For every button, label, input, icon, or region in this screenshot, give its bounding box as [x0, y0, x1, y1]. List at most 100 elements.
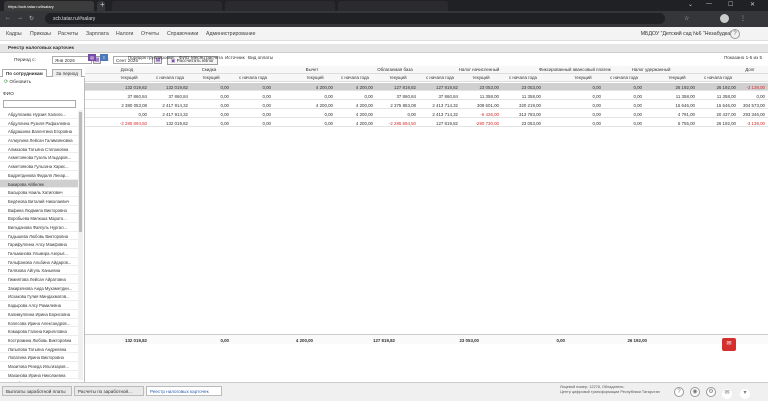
- browser-tab[interactable]: [338, 1, 448, 11]
- export-icon[interactable]: ▤: [88, 54, 96, 61]
- profile-avatar[interactable]: [720, 14, 729, 23]
- total-cell: 0,00: [220, 338, 229, 343]
- table-row[interactable]: -2 285 894,50 132 019,82 0,00 0,00 0,00 4 200…: [85, 119, 768, 127]
- table-row[interactable]: 37 860,84 37 860,84 0,00 0,00 0,00 0,00 37 860…: [85, 92, 768, 100]
- table-cell: 15 646,00: [675, 102, 695, 108]
- column-group-header: Облагаемая база: [377, 67, 413, 72]
- employee-list-item[interactable]: Гимиятова Лейсан Айратовна: [0, 275, 78, 284]
- employee-list-item[interactable]: Вильданова Фаягуль Нургал...: [0, 223, 78, 232]
- refresh-button[interactable]: ⟳ Обновить: [4, 80, 31, 85]
- employee-list-item[interactable]: Гарифуллина Алсу Маифовна: [0, 240, 78, 249]
- total-cell: 0,00: [556, 338, 565, 343]
- table-row[interactable]: 132 019,82 132 019,82 0,00 0,00 4 200,00 4 20…: [85, 83, 768, 91]
- menu-item-zarplata[interactable]: Зарплата: [86, 31, 109, 37]
- scrollbar-thumb[interactable]: [79, 112, 82, 232]
- menu-item-raschety[interactable]: Расчеты: [58, 31, 78, 37]
- employee-list-item[interactable]: Абдуллаева Нурзия Халило...: [0, 110, 78, 119]
- employee-list-item[interactable]: Абдуллина Рузиля Рафаэлевна: [0, 119, 78, 128]
- settings-icon[interactable]: ⚙: [706, 387, 716, 397]
- menu-item-nalogi[interactable]: Налоги: [116, 31, 133, 37]
- employee-list-item[interactable]: Ахметзянова Гульсина Харис...: [0, 162, 78, 171]
- camera-icon[interactable]: ◉: [690, 387, 700, 397]
- browser-tab[interactable]: [225, 1, 335, 11]
- employee-list-item[interactable]: Гильфанова Альбина Айдаров...: [0, 258, 78, 267]
- forward-icon[interactable]: →: [17, 15, 23, 21]
- employee-list-item[interactable]: Кадырова Алсу Рамилевна: [0, 301, 78, 310]
- new-tab-icon[interactable]: +: [100, 0, 105, 9]
- table-row[interactable]: 2 380 053,08 2 417 914,32 0,00 0,00 4 200,00…: [85, 101, 768, 109]
- employee-list-item[interactable]: Басырова Наиль Хатипович: [0, 188, 78, 197]
- employee-list-item[interactable]: Калимуллина Ирина Борисовна: [0, 310, 78, 319]
- employee-list-item[interactable]: Ахметзянова Гузель Ильдаров...: [0, 153, 78, 163]
- table-cell: 4 200,00: [355, 102, 373, 108]
- browser-tab[interactable]: [112, 1, 222, 11]
- grouping-icon[interactable]: ≡: [100, 54, 108, 61]
- help-icon[interactable]: ?: [730, 29, 740, 39]
- employee-list-item[interactable]: Гилязова Айгуль Ханьевна: [0, 266, 78, 276]
- tab-by-period[interactable]: За период: [52, 69, 82, 77]
- menu-item-administration[interactable]: Администрирование: [206, 31, 255, 37]
- table-cell: 23 053,00: [521, 84, 541, 90]
- employee-list-item[interactable]: Бакирова Айбелек: [0, 179, 78, 189]
- group-by-source[interactable]: Источник: [225, 55, 245, 60]
- taskbar-tab-payouts[interactable]: Выплаты заработной платы: [2, 386, 72, 396]
- table-cell: 0,00: [633, 84, 642, 90]
- column-sub-header: текущий: [472, 75, 490, 80]
- column-sub-header: с начала года: [341, 75, 369, 80]
- employee-list-scrollbar[interactable]: [78, 110, 83, 380]
- column-group-header: Скидка: [201, 67, 217, 72]
- table-cell: 308 601,00: [477, 102, 499, 108]
- column-group-header: Фиксированный авансовый платеж: [539, 67, 611, 72]
- period-from-input[interactable]: Янв 2026: [52, 56, 92, 64]
- group-by-payment-type[interactable]: Вид оплаты: [248, 55, 273, 60]
- employee-list-item[interactable]: Гадышева Любовь Викторовна: [0, 232, 78, 241]
- employee-list-item[interactable]: Бедёнова Виталий Николаевич: [0, 197, 78, 206]
- menu-item-otchety[interactable]: Отчеты: [141, 31, 159, 37]
- menu-item-kadry[interactable]: Кадры: [6, 31, 22, 37]
- help-circle-icon[interactable]: ?: [674, 387, 684, 397]
- employee-list-item[interactable]: Абдрашина Валентина Егоровна: [0, 127, 78, 137]
- browser-menu-icon[interactable]: ⋮: [740, 15, 746, 22]
- employee-list-item[interactable]: Лопатина Ирина Викторовна: [0, 353, 78, 362]
- employee-list-item[interactable]: Аглиулина Лейсан Галимзяновна: [0, 136, 78, 145]
- employee-list-item[interactable]: Исхакова Гулия Миндахматов...: [0, 292, 78, 302]
- table-cell: 0,00: [592, 102, 601, 108]
- bookmark-star-icon[interactable]: ☆: [684, 15, 689, 22]
- mail-icon[interactable]: ✉: [722, 389, 732, 399]
- employee-list-item[interactable]: Мазитова Резеда Ильгизаров...: [0, 362, 78, 371]
- minimize-icon[interactable]: —: [706, 1, 712, 7]
- employee-list-item[interactable]: Алмазова Татьяна Степановна: [0, 145, 78, 154]
- table-row[interactable]: 0,00 2 417 914,32 0,00 0,00 0,00 4 200,00 0,00…: [85, 110, 768, 118]
- back-icon[interactable]: ←: [5, 15, 11, 21]
- table-cell: -2 285 894,50: [119, 120, 147, 126]
- employee-list-item[interactable]: Закирзянова Аида Мухаметдин...: [0, 284, 78, 293]
- group-by-month[interactable]: Месяц расчета: [191, 55, 223, 60]
- collapse-chevron-icon[interactable]: ▾: [740, 389, 750, 399]
- employee-list-item[interactable]: Воробьева Милюша Марато...: [0, 214, 78, 223]
- employee-list-item[interactable]: Латыпова Татьяна Андреевна: [0, 345, 78, 354]
- browser-tab-active[interactable]: https://scb.tatar.ru/#salary: [4, 1, 94, 11]
- total-cell: 132 019,82: [125, 338, 147, 343]
- maximize-icon[interactable]: ☐: [728, 1, 733, 8]
- column-sub-header: текущий: [306, 75, 324, 80]
- employee-list-item[interactable]: Вафина Людмила Викторовна: [0, 206, 78, 215]
- table-cell: 11 358,00: [479, 93, 499, 99]
- group-by-fio[interactable]: ФИО: [179, 55, 189, 60]
- fio-filter-input[interactable]: [3, 100, 76, 108]
- chat-support-icon[interactable]: ✉: [722, 338, 736, 351]
- taskbar-tab-tax-registry[interactable]: Реестр налоговых карточек: [146, 386, 222, 396]
- close-window-icon[interactable]: ✕: [750, 1, 755, 8]
- reload-icon[interactable]: ↻: [29, 15, 34, 22]
- employee-list-item[interactable]: Гильманова Ульмира Азерья...: [0, 249, 78, 258]
- employee-list-item[interactable]: Колесова Ирина Александров...: [0, 319, 78, 328]
- taskbar-tab-payroll[interactable]: Расчеты по заработной...: [74, 386, 144, 396]
- employee-list-item[interactable]: Костромина Любовь Викторовна: [0, 336, 78, 345]
- employee-list-item[interactable]: Маханова Ирина Николаевна: [0, 371, 78, 380]
- employee-list-item[interactable]: Бадретдинова Фидаля Ленар...: [0, 171, 78, 180]
- employee-list-item[interactable]: Комарова Галина Кирилловна: [0, 327, 78, 336]
- menu-item-spravochniki[interactable]: Справочники: [167, 31, 198, 37]
- menu-item-prikazy[interactable]: Приказы: [30, 31, 51, 37]
- tab-search-icon[interactable]: ⌄: [688, 1, 693, 8]
- tab-by-employees[interactable]: По сотрудникам: [2, 69, 47, 77]
- url-field[interactable]: scb.tatar.ru/#salary: [45, 13, 665, 24]
